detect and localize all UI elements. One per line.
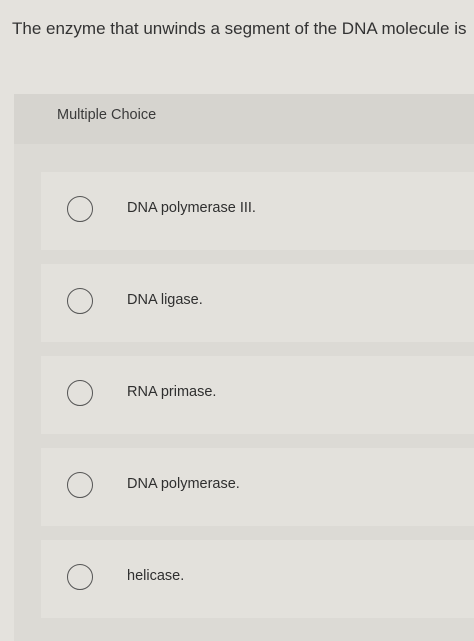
answer-option-label: RNA primase. bbox=[127, 384, 217, 400]
question-text: The enzyme that unwinds a segment of the… bbox=[12, 19, 467, 38]
answer-option-4[interactable]: DNA polymerase. bbox=[41, 448, 474, 526]
answer-option-3[interactable]: RNA primase. bbox=[41, 356, 474, 434]
answer-option-label: helicase. bbox=[127, 568, 185, 584]
answer-option-2[interactable]: DNA ligase. bbox=[41, 264, 474, 342]
answer-option-label: DNA ligase. bbox=[127, 292, 203, 308]
multiple-choice-label: Multiple Choice bbox=[57, 107, 157, 123]
answer-options-list: DNA polymerase III. DNA ligase. RNA prim… bbox=[41, 172, 474, 632]
radio-button-icon[interactable] bbox=[67, 288, 93, 314]
answer-option-1[interactable]: DNA polymerase III. bbox=[41, 172, 474, 250]
radio-button-icon[interactable] bbox=[67, 472, 93, 498]
radio-button-icon[interactable] bbox=[67, 564, 93, 590]
answer-option-label: DNA polymerase. bbox=[127, 476, 240, 492]
multiple-choice-panel: Multiple Choice DNA polymerase III. DNA … bbox=[14, 94, 474, 641]
answer-option-label: DNA polymerase III. bbox=[127, 200, 256, 216]
radio-button-icon[interactable] bbox=[67, 380, 93, 406]
answer-option-5[interactable]: helicase. bbox=[41, 540, 474, 618]
multiple-choice-header: Multiple Choice bbox=[14, 94, 474, 144]
radio-button-icon[interactable] bbox=[67, 196, 93, 222]
